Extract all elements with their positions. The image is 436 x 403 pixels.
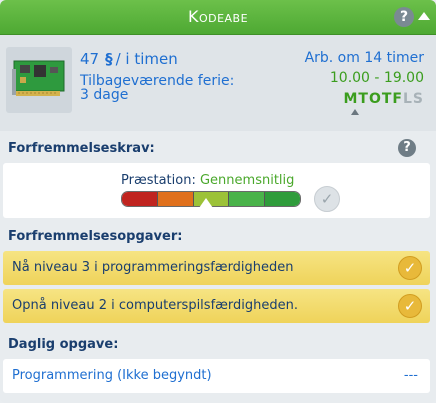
career-panel: Kodeabe ? 47 § / i timen Tilbageværende fe… [0, 0, 436, 403]
daily-task-label: Programmering (Ikke begyndt) [12, 368, 212, 383]
tasks-heading: Forfremmelsesopgaver: [8, 229, 183, 244]
career-title: Kodeabe [187, 7, 249, 26]
work-days: MTOTFLS [343, 91, 424, 107]
pay-amount: 47 [80, 50, 100, 68]
career-header: Kodeabe ? [0, 0, 436, 35]
task-label: Nå niveau 3 i programmeringsfærdigheden [12, 260, 294, 275]
daily-heading: Daglig opgave: [8, 337, 119, 352]
work-day: O [368, 91, 382, 107]
check-icon: ✓ [398, 256, 422, 280]
check-icon: ✓ [314, 186, 340, 212]
promotion-task[interactable]: Nå niveau 3 i programmeringsfærdigheden … [3, 251, 430, 285]
daily-task[interactable]: Programmering (Ikke begyndt) --- [3, 359, 430, 393]
performance-segment [122, 192, 158, 206]
work-day: F [392, 91, 403, 107]
daily-task-progress: --- [403, 368, 418, 383]
task-label: Opnå niveau 2 i computerspilsfærdigheden… [12, 298, 298, 313]
work-day: M [343, 91, 359, 107]
work-day: T [381, 91, 393, 107]
collapse-icon[interactable] [418, 12, 430, 20]
performance-label: Præstation: Gennemsnitlig [121, 173, 294, 188]
circuit-board-icon [6, 47, 72, 113]
help-icon[interactable]: ? [398, 139, 416, 157]
next-work-time: Arb. om 14 timer [304, 50, 424, 66]
help-icon[interactable]: ? [394, 7, 414, 27]
simoleon-icon: § [105, 50, 113, 68]
performance-title: Præstation: [121, 173, 196, 188]
performance-box: Præstation: Gennemsnitlig ✓ [3, 163, 430, 218]
check-icon: ✓ [398, 294, 422, 318]
performance-segment [157, 192, 194, 206]
pay-unit: / i timen [115, 50, 178, 68]
pay-rate: 47 § / i timen [80, 50, 178, 68]
today-marker-icon [351, 109, 359, 115]
work-day: L [402, 91, 413, 107]
work-day: S [412, 91, 424, 107]
promotion-heading: Forfremmelseskrav: [8, 141, 155, 156]
promotion-task[interactable]: Opnå niveau 2 i computerspilsfærdigheden… [3, 289, 430, 323]
performance-value: Gennemsnitlig [199, 173, 295, 188]
job-info: 47 § / i timen Tilbageværende ferie: 3 dag… [0, 35, 436, 131]
work-hours: 10.00 - 19.00 [329, 70, 424, 86]
performance-segment [229, 192, 266, 206]
work-day: T [358, 91, 369, 107]
vacation-value: 3 dage [80, 87, 129, 103]
performance-segment [265, 192, 300, 206]
performance-marker-icon [199, 198, 214, 208]
